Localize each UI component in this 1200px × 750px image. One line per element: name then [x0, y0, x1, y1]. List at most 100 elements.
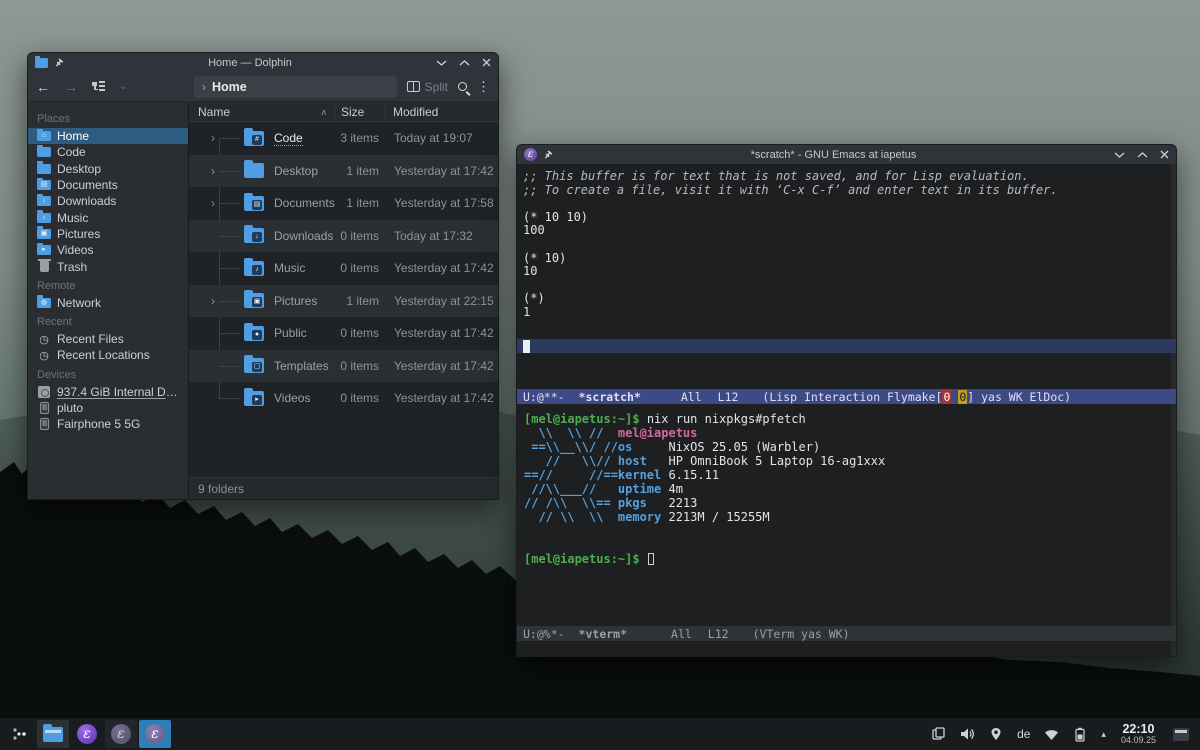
- battery-icon[interactable]: [1072, 726, 1088, 742]
- table-row[interactable]: › #Code 3 items Today at 19:07: [189, 122, 498, 155]
- sidebar-item-pluto[interactable]: pluto: [28, 400, 188, 416]
- templates-folder-icon: ▢: [244, 358, 264, 373]
- emacs-icon: ε: [77, 724, 97, 744]
- sidebar-item-trash[interactable]: Trash: [28, 258, 188, 274]
- view-mode-icon[interactable]: [92, 81, 105, 93]
- buffer-name: *vterm*: [579, 627, 627, 641]
- table-row[interactable]: ↓Downloads 0 items Today at 17:32: [189, 220, 498, 253]
- column-header-name[interactable]: Name ᴧ: [189, 105, 334, 119]
- expand-chevron-icon[interactable]: ›: [211, 196, 215, 210]
- table-row[interactable]: ▢Templates 0 items Yesterday at 17:42: [189, 350, 498, 383]
- expand-chevron-icon[interactable]: ›: [211, 164, 215, 178]
- table-row[interactable]: › ▣Pictures 1 item Yesterday at 22:15: [189, 285, 498, 318]
- minibuffer-echo-area[interactable]: [517, 641, 1176, 656]
- volume-icon[interactable]: [959, 726, 975, 742]
- emacs-titlebar[interactable]: ε *scratch* - GNU Emacs at iapetus: [517, 145, 1176, 164]
- chevron-down-icon[interactable]: ⌄: [119, 82, 127, 92]
- search-icon[interactable]: [458, 82, 467, 91]
- table-row[interactable]: ♪Music 0 items Yesterday at 17:42: [189, 252, 498, 285]
- location-bar[interactable]: › Home: [194, 76, 397, 98]
- location-icon[interactable]: [988, 726, 1004, 742]
- videos-folder-icon: ▸: [244, 391, 264, 406]
- buffer-line: (*): [523, 292, 1171, 306]
- table-row[interactable]: ●Public 0 items Yesterday at 17:42: [189, 317, 498, 350]
- emacs-app-icon: ε: [524, 148, 537, 161]
- home-folder-icon: ⌂: [37, 131, 51, 141]
- network-folder-icon: ◍: [37, 298, 51, 308]
- taskbar-item-emacs[interactable]: ε: [105, 720, 137, 748]
- dolphin-window-title: Home — Dolphin: [70, 57, 430, 69]
- dolphin-toolbar: ← → ⌄ › Home Split ⋮: [28, 72, 498, 102]
- close-icon[interactable]: [482, 58, 491, 67]
- keyboard-layout-indicator[interactable]: de: [1017, 727, 1030, 741]
- documents-folder-icon: ▤: [37, 180, 51, 190]
- sidebar-item-fairphone[interactable]: Fairphone 5 5G: [28, 416, 188, 432]
- maximize-icon[interactable]: [459, 59, 470, 67]
- sidebar-item-desktop[interactable]: Desktop: [28, 161, 188, 177]
- buffer-line: ;; To create a file, visit it with ‘C-x …: [523, 184, 1171, 198]
- modeline-scratch: U:@**- *scratch* All L12 (Lisp Interacti…: [517, 389, 1176, 404]
- app-launcher-icon[interactable]: [5, 720, 35, 748]
- file-view: Name ᴧ Size Modified › #Code 3 items Tod…: [188, 102, 498, 499]
- desktop-folder-icon: [244, 163, 264, 178]
- trash-icon: [37, 260, 51, 274]
- section-header-recent: Recent: [28, 311, 188, 331]
- table-row[interactable]: › ▤Documents 1 item Yesterday at 17:58: [189, 187, 498, 220]
- back-icon[interactable]: ←: [36, 80, 50, 94]
- taskbar-item-emacs-launcher[interactable]: ε: [71, 720, 103, 748]
- sidebar-item-pictures[interactable]: ▣ Pictures: [28, 226, 188, 242]
- emacs-window: ε *scratch* - GNU Emacs at iapetus ;; Th…: [516, 144, 1177, 657]
- sidebar-item-network[interactable]: ◍ Network: [28, 295, 188, 311]
- maximize-icon[interactable]: [1137, 151, 1148, 159]
- emacs-icon: ε: [145, 724, 165, 744]
- forward-icon[interactable]: →: [64, 80, 78, 94]
- sidebar-item-recent-locations[interactable]: ◷ Recent Locations: [28, 347, 188, 363]
- clock-date: 04.09.25: [1121, 736, 1156, 745]
- sidebar-item-recent-files[interactable]: ◷ Recent Files: [28, 331, 188, 347]
- vterm-buffer[interactable]: [mel@iapetus:~]$ nix run nixpkgs#pfetch …: [517, 404, 1176, 626]
- close-icon[interactable]: [1160, 150, 1169, 159]
- expand-tray-icon[interactable]: ▴: [1101, 729, 1106, 740]
- split-button[interactable]: Split: [407, 80, 448, 94]
- sidebar-item-downloads[interactable]: ↓ Downloads: [28, 193, 188, 209]
- public-folder-icon: ●: [244, 326, 264, 341]
- emacs-icon: ε: [111, 724, 131, 744]
- downloads-folder-icon: ↓: [37, 196, 51, 206]
- sidebar-item-internal-drive[interactable]: 937.4 GiB Internal Drive (...: [28, 384, 188, 400]
- sidebar-item-home[interactable]: ⌂ Home: [28, 128, 188, 144]
- table-row[interactable]: › Desktop 1 item Yesterday at 17:42: [189, 155, 498, 188]
- sidebar-item-documents[interactable]: ▤ Documents: [28, 177, 188, 193]
- column-header-modified[interactable]: Modified: [385, 102, 498, 121]
- smartphone-icon: [37, 417, 51, 431]
- sidebar-item-videos[interactable]: ▸ Videos: [28, 242, 188, 258]
- breadcrumb-chevron-icon: ›: [202, 80, 206, 94]
- wifi-icon[interactable]: [1043, 726, 1059, 742]
- taskbar-item-emacs-active[interactable]: ε: [139, 720, 171, 748]
- taskbar-item-dolphin[interactable]: [37, 720, 69, 748]
- digital-clock[interactable]: 22:10 04.09.25: [1121, 723, 1156, 746]
- show-desktop-icon[interactable]: [1173, 728, 1189, 741]
- pin-icon[interactable]: [54, 58, 64, 68]
- dolphin-titlebar[interactable]: Home — Dolphin: [28, 53, 498, 72]
- section-header-devices: Devices: [28, 364, 188, 384]
- breadcrumb[interactable]: Home: [212, 80, 247, 94]
- clipboard-icon[interactable]: [930, 726, 946, 742]
- places-panel: Places ⌂ Home Code Desktop ▤ Documents ↓…: [28, 102, 188, 499]
- minimize-icon[interactable]: [436, 59, 447, 67]
- minimize-icon[interactable]: [1114, 151, 1125, 159]
- sidebar-item-code[interactable]: Code: [28, 144, 188, 160]
- expand-chevron-icon[interactable]: ›: [211, 294, 215, 308]
- expand-chevron-icon[interactable]: ›: [211, 131, 215, 145]
- table-row[interactable]: ▸Videos 0 items Yesterday at 17:42: [189, 382, 498, 415]
- sidebar-item-music[interactable]: ♪ Music: [28, 209, 188, 225]
- system-tray: de ▴ 22:10 04.09.25: [930, 723, 1195, 746]
- pictures-folder-icon: ▣: [244, 293, 264, 308]
- column-header-size[interactable]: Size: [334, 102, 385, 121]
- pfetch-user-host: mel@iapetus: [618, 426, 697, 440]
- hard-drive-icon: [37, 385, 51, 399]
- pin-icon[interactable]: [543, 150, 553, 160]
- split-label: Split: [425, 80, 448, 94]
- downloads-folder-icon: ↓: [244, 228, 264, 243]
- menu-kebab-icon[interactable]: ⋮: [477, 80, 490, 93]
- scratch-buffer[interactable]: ;; This buffer is for text that is not s…: [517, 164, 1176, 389]
